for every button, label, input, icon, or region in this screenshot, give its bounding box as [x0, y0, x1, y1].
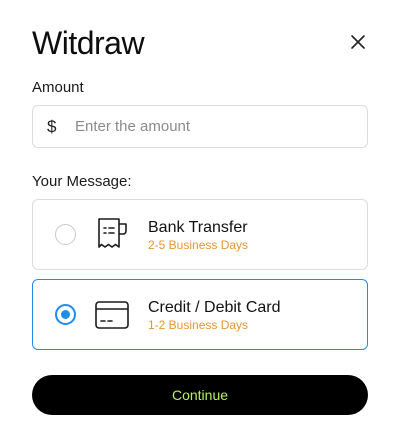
- amount-input[interactable]: [75, 106, 345, 147]
- close-icon: [351, 35, 365, 49]
- withdraw-dialog: Witdraw Amount $ Your Message: Bank Tran…: [0, 0, 400, 447]
- message-label: Your Message:: [32, 173, 132, 190]
- currency-symbol: $: [47, 116, 57, 136]
- credit-card-icon: [95, 301, 129, 329]
- amount-label: Amount: [32, 79, 84, 96]
- continue-button[interactable]: Continue: [32, 375, 368, 415]
- option-credit-debit-card[interactable]: Credit / Debit Card 1-2 Business Days: [32, 279, 368, 350]
- close-button[interactable]: [346, 30, 370, 54]
- radio-selected-dot: [61, 310, 70, 319]
- option-bank-transfer[interactable]: Bank Transfer 2-5 Business Days: [32, 199, 368, 270]
- credit-card-radio[interactable]: [55, 304, 76, 325]
- dialog-title: Witdraw: [32, 25, 145, 61]
- credit-card-subtitle: 1-2 Business Days: [148, 318, 249, 332]
- bank-transfer-radio[interactable]: [55, 224, 76, 245]
- bank-transfer-title: Bank Transfer: [148, 219, 248, 236]
- amount-field[interactable]: $: [32, 105, 368, 148]
- receipt-icon: [98, 218, 127, 248]
- credit-card-title: Credit / Debit Card: [148, 299, 281, 316]
- bank-transfer-subtitle: 2-5 Business Days: [148, 238, 249, 252]
